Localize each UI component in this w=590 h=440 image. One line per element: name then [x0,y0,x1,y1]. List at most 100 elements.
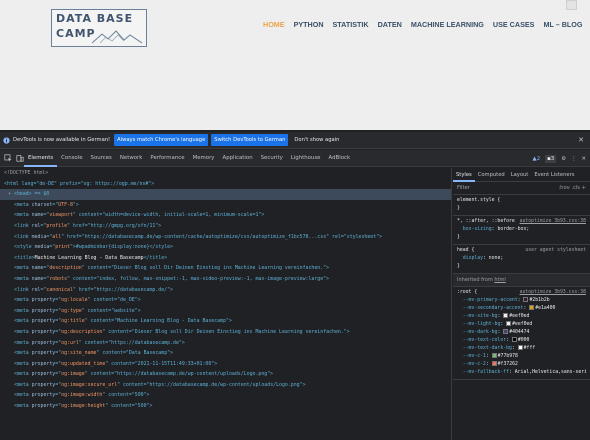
css-variable-row[interactable]: --mv-c-1: #77b978 [457,353,586,361]
code-line[interactable]: <meta property="og:image" content="https… [0,369,451,380]
rule1-prop[interactable]: box-sizing [463,227,492,232]
root-vars-rule[interactable]: :root { autoptimize_3b93.css:38 --mv-pri… [453,287,590,380]
elements-tree[interactable]: <!DOCTYPE html> <html lang="de-DE" prefi… [0,168,452,440]
tag-open: <meta [14,350,32,357]
attr-value: profile [46,222,68,229]
html-open-line[interactable]: <html lang="de-DE" prefix="og: https://o… [0,179,451,190]
tab-application[interactable]: Application [219,150,257,167]
code-line[interactable]: <meta name="description" content="Dieser… [0,263,451,274]
profile-icon[interactable] [566,0,577,10]
issues-count: 3 [550,155,555,162]
css-variable-row[interactable]: --mv-secondary-accent: #e1a400 [457,305,586,313]
code-line[interactable]: <meta property="og:description" content=… [0,327,451,338]
settings-gear-icon[interactable]: ⚙ [561,156,566,162]
site-logo[interactable]: DATA BASE CAMP [51,9,147,47]
color-swatch[interactable] [523,297,529,302]
inspect-element-icon[interactable] [4,154,12,162]
code-line[interactable]: <title>Machine Learning Blog - Data Base… [0,253,451,264]
box-sizing-rule[interactable]: *, ::after, ::before autoptimize_3b93.cs… [453,216,590,245]
more-options-icon[interactable]: ⋮ [571,156,576,162]
tab-sources[interactable]: Sources [87,150,116,167]
attr-name: name [31,265,44,272]
dont-show-again-link[interactable]: Don't show again [294,137,339,143]
css-variable-row[interactable]: --mv-c-2: #f37262 [457,361,586,369]
match-language-button[interactable]: Always match Chrome's language [114,134,209,146]
warnings-badge[interactable]: ▲2 [533,156,541,162]
code-line[interactable]: <link rel="profile" href="http://gmpg.or… [0,221,451,232]
css-variable-row[interactable]: --mv-dark-bg: #404474 [457,329,586,337]
code-line[interactable]: <style media="print">#wpadminbar{display… [0,242,451,253]
tab-console[interactable]: Console [57,150,86,167]
tab-styles[interactable]: Styles [453,168,475,182]
css-variable-row[interactable]: --mv-site-bg: #eef0ed [457,313,586,321]
element-style-rule[interactable]: element.style { } [453,195,590,216]
color-swatch[interactable] [517,345,523,350]
root-source-link[interactable]: autoptimize_3b93.css:38 [520,289,586,297]
code-line[interactable]: <link rel="canonical" href="https://data… [0,285,451,296]
code-line[interactable]: <meta name="robots" content="index, foll… [0,274,451,285]
tag-open: <style [14,244,35,251]
tab-memory[interactable]: Memory [189,150,219,167]
color-swatch[interactable] [491,353,497,358]
tab-layout[interactable]: Layout [508,168,532,182]
code-line[interactable]: <meta name="viewport" content="width=dev… [0,210,451,221]
rule1-source-link[interactable]: autoptimize_3b93.css:38 [520,218,586,226]
tag-rest: " href="https://databasecamp.de/"> [72,286,174,293]
inherited-from-link[interactable]: html [494,277,505,283]
css-variable-row[interactable]: --mv-text-dark-bg: #fff [457,345,586,353]
color-swatch[interactable] [491,361,497,366]
tab-elements[interactable]: Elements [24,150,58,167]
attr-value: all [52,233,62,240]
tab-network[interactable]: Network [116,150,147,167]
nav-statistik[interactable]: STATISTIK [333,20,369,29]
nav-use-cases[interactable]: USE CASES [493,20,535,29]
tab-lighthouse[interactable]: Lighthouse [287,150,325,167]
code-line[interactable]: <meta property="og:locale" content="de_D… [0,295,451,306]
css-variable-value: #eef0ed [509,314,530,319]
styles-filter-input[interactable]: Filter [457,185,470,191]
color-swatch[interactable] [503,329,509,334]
code-line[interactable]: <meta property="og:url" content="https:/… [0,338,451,349]
tab-computed[interactable]: Computed [475,168,508,182]
device-toolbar-icon[interactable] [16,154,24,162]
code-line[interactable]: <meta property="og:image:height" content… [0,401,451,412]
attr-name: rel [31,286,41,293]
css-variable-row[interactable]: --mv-fallback-ff: Arial,Helvetica,sans-s… [457,369,586,377]
head-ua-rule[interactable]: head { user agent stylesheet display: no… [453,245,590,274]
attr-name: property [31,339,56,346]
code-line[interactable]: <meta property="og:type" content="websit… [0,306,451,317]
css-variable-row[interactable]: --mv-text-color: #000 [457,337,586,345]
color-swatch[interactable] [529,305,535,310]
head-line-selected[interactable]: ▾ <head> == $0 [0,189,451,200]
css-variable-row[interactable]: --mv-primary-accent: #2b1b2b [457,297,586,305]
doctype-line[interactable]: <!DOCTYPE html> [0,168,451,179]
code-line[interactable]: <link media="all" href="https://database… [0,232,451,243]
color-swatch[interactable] [511,337,517,342]
tab-security[interactable]: Security [257,150,287,167]
nav-daten[interactable]: DATEN [378,20,402,29]
nav-python[interactable]: PYTHON [294,20,324,29]
styles-filter-tools[interactable]: :hov .cls + [558,185,586,191]
nav-machine-learning[interactable]: MACHINE LEARNING [411,20,484,29]
color-swatch[interactable] [503,313,509,318]
attr-value: canonical [46,286,73,293]
close-icon[interactable]: ✕ [578,136,584,144]
css-variable-row[interactable]: --mv-light-bg: #eef0ed [457,321,586,329]
close-devtools-icon[interactable]: ✕ [581,156,586,162]
code-line[interactable]: <meta property="og:site_name" content="D… [0,348,451,359]
code-line[interactable]: <meta property="og:image:width" content=… [0,390,451,401]
css-variable-value: #2b1b2b [529,298,550,303]
tab-performance[interactable]: Performance [146,150,188,167]
nav-ml-blog[interactable]: ML – BLOG [543,20,582,29]
color-swatch[interactable] [506,321,512,326]
tab-event-listeners[interactable]: Event Listeners [531,168,577,182]
tab-adblock[interactable]: AdBlock [324,150,354,167]
issues-badge[interactable]: ▪3 [545,154,557,163]
nav-home[interactable]: HOME [263,20,285,29]
switch-german-button[interactable]: Switch DevTools to German [211,134,289,146]
code-line[interactable]: <meta property="og:updated_time" content… [0,359,451,370]
rule1-value[interactable]: border-box; [497,227,529,232]
code-line[interactable]: <meta property="og:image:secure_url" con… [0,380,451,391]
code-line[interactable]: <meta property="og:title" content="Machi… [0,316,451,327]
code-line[interactable]: <meta charset="UTF-8"> [0,200,451,211]
